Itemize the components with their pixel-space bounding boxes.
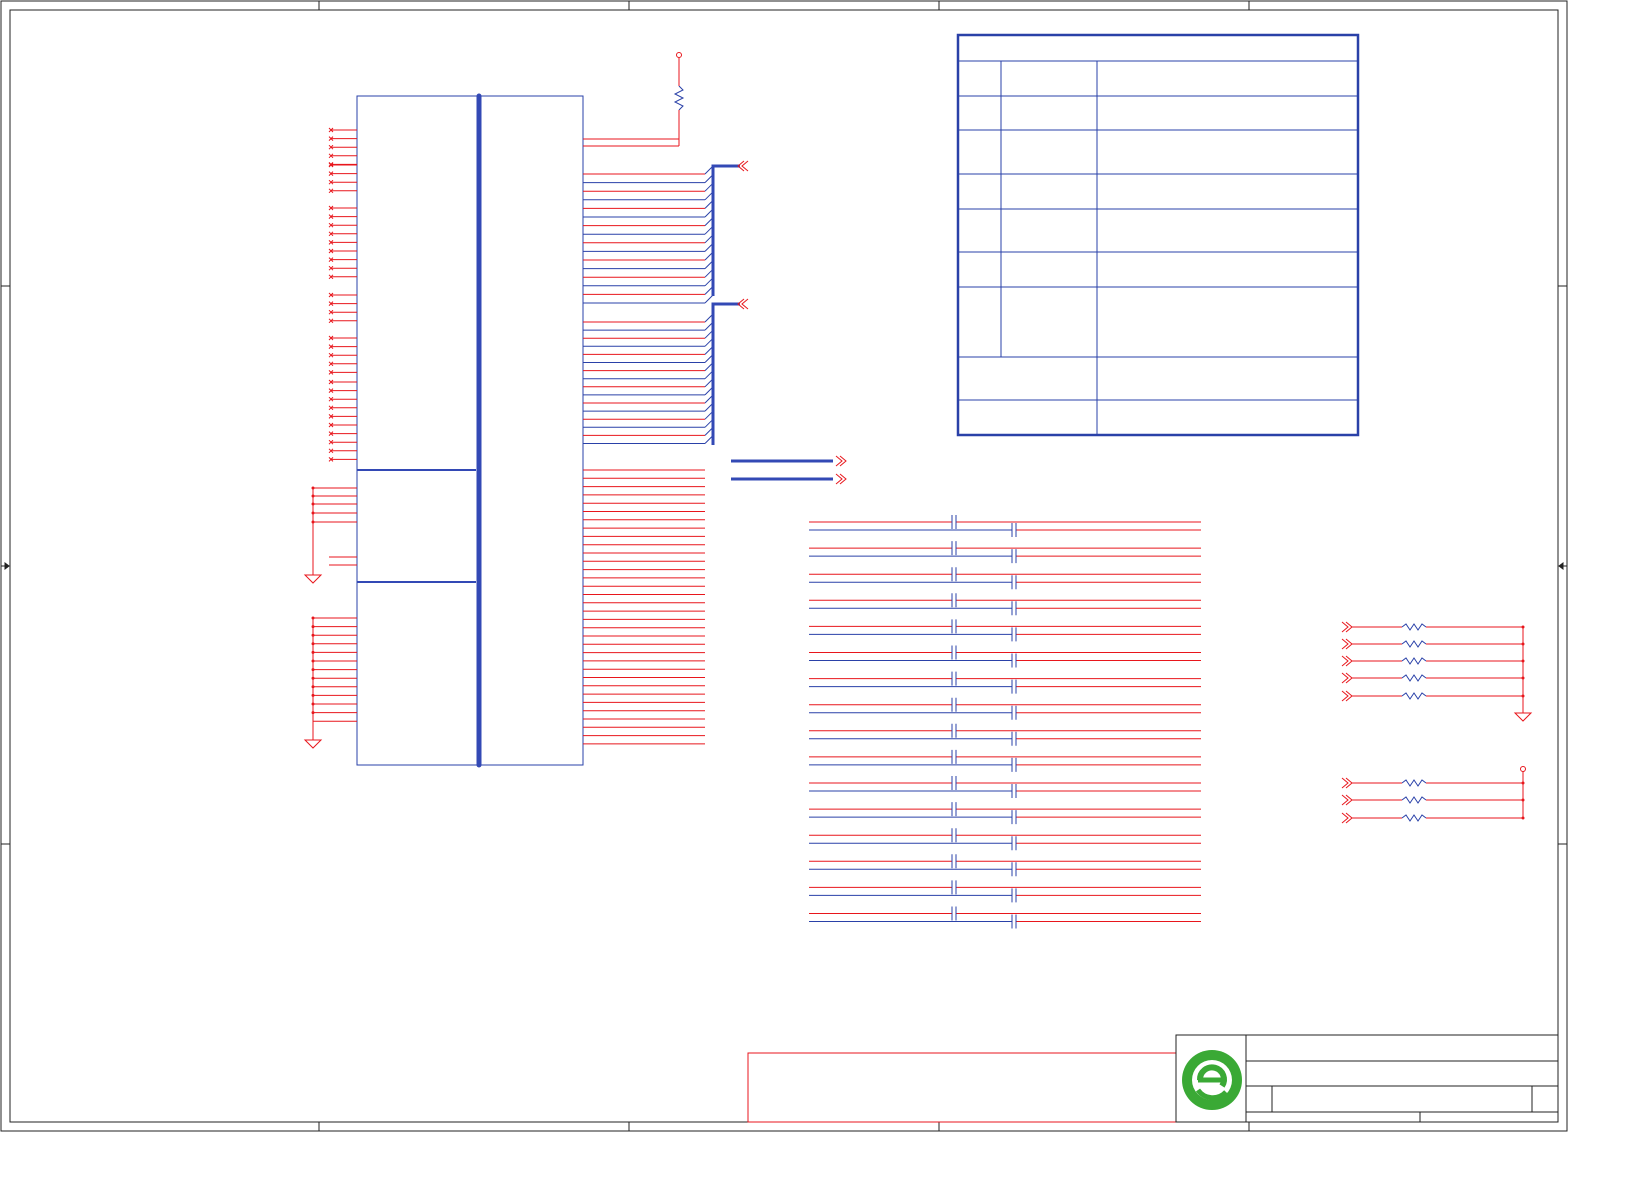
ground-icon [1513, 712, 1533, 722]
capacitor-icon [1011, 810, 1017, 825]
offpage-connector-icon [835, 455, 847, 467]
capacitor-icon [951, 828, 957, 843]
bus-entry-wire [704, 294, 714, 304]
capacitor-icon [1011, 757, 1017, 772]
offpage-connector-icon [1341, 672, 1353, 684]
capacitor-icon [1011, 705, 1017, 720]
power-pin-icon [1520, 766, 1526, 772]
connector-right-pins [583, 165, 714, 745]
bus-entry-upper [711, 160, 749, 296]
offpage-connector-icon [1341, 812, 1353, 824]
capacitor-icon [951, 906, 957, 921]
resistor-icon [1401, 657, 1427, 665]
resistor-icon [1401, 796, 1427, 804]
offpage-connector-icon [835, 473, 847, 485]
capacitor-icon [951, 776, 957, 790]
offpage-connector-icon [1341, 621, 1353, 633]
bus-arrows [731, 455, 847, 485]
capacitor-icon [1011, 836, 1017, 851]
capacitor-icon [951, 619, 957, 634]
company-logo-icon [1182, 1050, 1242, 1110]
revision-table [956, 33, 1360, 437]
capacitor-icon [951, 671, 957, 686]
capacitor-bank [809, 515, 1201, 929]
center-mark-icon [1, 562, 1567, 570]
pullup-resistor [583, 52, 685, 147]
capacitor-icon [1011, 862, 1017, 877]
capacitor-icon [1011, 653, 1017, 668]
ground-icon [303, 574, 323, 584]
capacitor-icon [951, 567, 957, 582]
power-pin-icon [676, 52, 682, 58]
offpage-connector-icon [1341, 777, 1353, 789]
capacitor-icon [1011, 601, 1017, 616]
capacitor-icon [1011, 679, 1017, 694]
capacitor-icon [951, 541, 957, 556]
bus-entry-lower [711, 298, 749, 445]
sheet-frame [0, 0, 1568, 1132]
resistor-icon [1401, 623, 1427, 631]
capacitor-icon [951, 749, 957, 764]
ground-icon [303, 739, 323, 749]
capacitor-icon [1011, 627, 1017, 642]
capacitor-icon [951, 854, 957, 869]
resistor-icon [1401, 640, 1427, 648]
resistor-icon [1401, 814, 1427, 822]
capacitor-icon [1011, 523, 1017, 537]
resistor-icon [1401, 674, 1427, 682]
capacitor-icon [951, 880, 957, 895]
offpage-connector-icon [1341, 638, 1353, 650]
capacitor-icon [951, 802, 957, 817]
capacitor-icon [951, 645, 957, 660]
resistor-group-ground [1341, 621, 1533, 722]
resistor-group-power [1341, 766, 1526, 824]
capacitor-icon [1011, 575, 1017, 590]
capacitor-icon [1011, 784, 1017, 798]
schematic-sheet [0, 0, 1568, 1132]
capacitor-icon [951, 723, 957, 738]
offpage-connector-icon [1341, 794, 1353, 806]
capacitor-icon [1011, 914, 1017, 929]
connector-left-pins [313, 127, 357, 722]
capacitor-icon [1011, 888, 1017, 903]
resistor-icon [1401, 692, 1427, 700]
title-block [747, 1034, 1559, 1123]
resistor-icon [1401, 779, 1427, 787]
capacitor-icon [951, 697, 957, 712]
capacitor-icon [951, 515, 957, 529]
capacitor-icon [951, 593, 957, 608]
offpage-connector-icon [1341, 690, 1353, 702]
ground-ties [303, 486, 329, 749]
connector-component [356, 93, 584, 768]
resistor-icon [673, 85, 685, 111]
capacitor-icon [1011, 731, 1017, 746]
capacitor-icon [1011, 549, 1017, 564]
offpage-connector-icon [1341, 655, 1353, 667]
